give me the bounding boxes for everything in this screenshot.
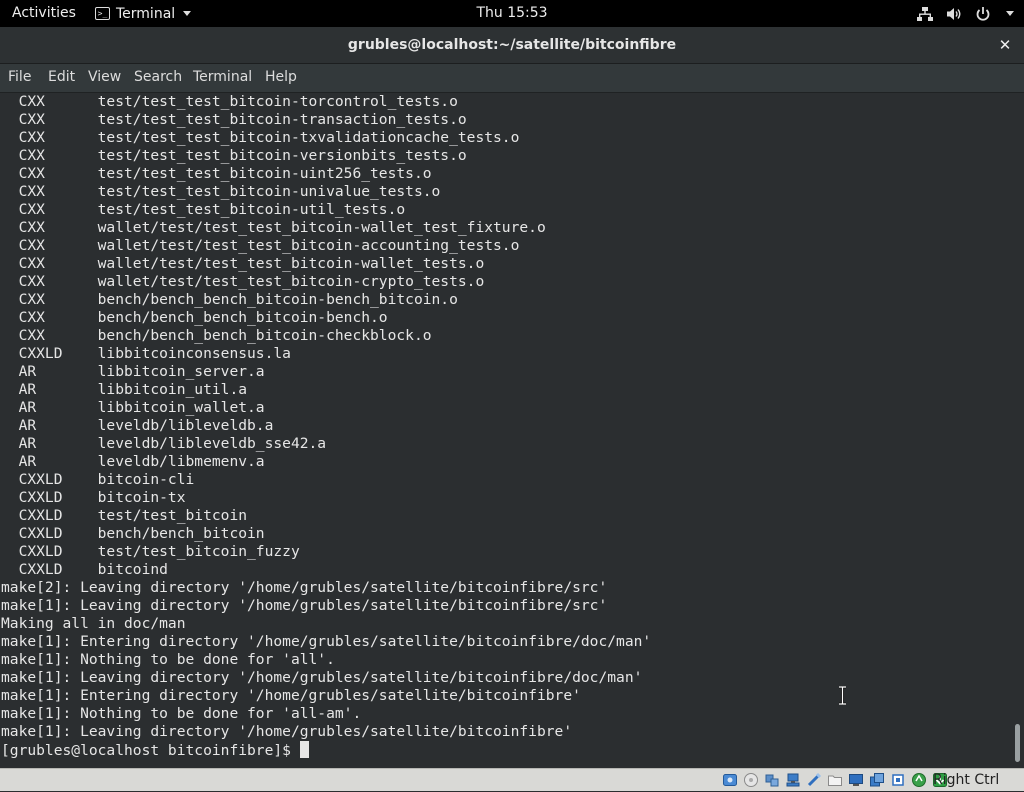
terminal-view[interactable]: CXX test/test_test_bitcoin-torcontrol_te… xyxy=(0,93,1012,765)
shared-folder-icon[interactable] xyxy=(827,772,843,788)
host-key-label: Right Ctrl xyxy=(933,772,1000,788)
chevron-down-icon xyxy=(1006,11,1014,16)
terminal-line: make[1]: Entering directory '/home/grubl… xyxy=(1,687,581,704)
terminal-line: CXXLD libbitcoinconsensus.la xyxy=(1,345,291,362)
usb-icon[interactable] xyxy=(806,772,822,788)
terminal-line: CXXLD bitcoind xyxy=(1,561,168,578)
video-capture-icon[interactable] xyxy=(869,772,885,788)
mouse-ibeam-icon xyxy=(839,686,846,705)
terminal-line: CXX test/test_test_bitcoin-uint256_tests… xyxy=(1,165,432,182)
terminal-line: CXX wallet/test/test_test_bitcoin-accoun… xyxy=(1,237,520,254)
menu-help[interactable]: Help xyxy=(261,64,301,91)
optical-drive-icon[interactable] xyxy=(743,772,759,788)
volume-icon xyxy=(946,6,962,22)
terminal-line: make[1]: Nothing to be done for 'all-am'… xyxy=(1,705,362,722)
network-icon[interactable] xyxy=(785,772,801,788)
system-status-menu[interactable] xyxy=(917,0,1014,27)
terminal-line: CXX wallet/test/test_test_bitcoin-crypto… xyxy=(1,273,485,290)
window-title-bar[interactable]: grubles@localhost:~/satellite/bitcoinfib… xyxy=(0,27,1024,64)
terminal-output: CXX test/test_test_bitcoin-torcontrol_te… xyxy=(1,93,651,759)
terminal-line: AR libbitcoin_server.a xyxy=(1,363,265,380)
hard-disk-icon[interactable] xyxy=(722,772,738,788)
terminal-line: make[2]: Leaving directory '/home/gruble… xyxy=(1,579,608,596)
terminal-line: make[1]: Leaving directory '/home/gruble… xyxy=(1,597,608,614)
terminal-line: CXX wallet/test/test_test_bitcoin-wallet… xyxy=(1,219,546,236)
terminal-line: CXX test/test_test_bitcoin-versionbits_t… xyxy=(1,147,467,164)
terminal-line: CXX bench/bench_bench_bitcoin-bench.o xyxy=(1,309,388,326)
menu-edit[interactable]: Edit xyxy=(44,64,79,91)
terminal-line: AR libbitcoin_wallet.a xyxy=(1,399,265,416)
terminal-line: AR leveldb/libleveldb.a xyxy=(1,417,274,434)
terminal-line: CXX test/test_test_bitcoin-torcontrol_te… xyxy=(1,93,458,110)
text-cursor xyxy=(299,741,309,758)
cpu-icon[interactable] xyxy=(890,772,906,788)
terminal-line: CXXLD test/test_bitcoin xyxy=(1,507,248,524)
terminal-line: CXX test/test_test_bitcoin-util_tests.o xyxy=(1,201,406,218)
terminal-line: AR leveldb/libmemenv.a xyxy=(1,453,265,470)
menu-terminal[interactable]: Terminal xyxy=(189,64,256,91)
terminal-line: CXX test/test_test_bitcoin-univalue_test… xyxy=(1,183,441,200)
terminal-line: Making all in doc/man xyxy=(1,615,186,632)
terminal-line: CXXLD bitcoin-tx xyxy=(1,489,186,506)
menu-file[interactable]: File xyxy=(4,64,35,91)
audio-icon[interactable] xyxy=(764,772,780,788)
terminal-line: CXX bench/bench_bench_bitcoin-bench_bitc… xyxy=(1,291,458,308)
terminal-line: make[1]: Entering directory '/home/grubl… xyxy=(1,633,652,650)
menu-search[interactable]: Search xyxy=(130,64,186,91)
terminal-line: make[1]: Leaving directory '/home/gruble… xyxy=(1,669,643,686)
terminal-line: CXX test/test_test_bitcoin-transaction_t… xyxy=(1,111,467,128)
terminal-line: make[1]: Leaving directory '/home/gruble… xyxy=(1,723,573,740)
power-icon xyxy=(975,6,991,22)
close-icon[interactable]: ✕ xyxy=(996,36,1014,54)
network-wired-icon xyxy=(917,6,933,22)
terminal-line: CXXLD bitcoin-cli xyxy=(1,471,195,488)
mouse-integration-icon[interactable] xyxy=(911,772,927,788)
gnome-top-bar: Activities >_ Terminal Thu 15:53 xyxy=(0,0,1024,27)
menu-bar: File Edit View Search Terminal Help xyxy=(0,64,1024,93)
vm-status-bar: Right Ctrl xyxy=(0,768,1024,791)
display-icon[interactable] xyxy=(848,772,864,788)
terminal-line: AR leveldb/libleveldb_sse42.a xyxy=(1,435,327,452)
terminal-line: CXXLD test/test_bitcoin_fuzzy xyxy=(1,543,300,560)
clock[interactable]: Thu 15:53 xyxy=(0,0,1024,27)
terminal-scrollbar[interactable] xyxy=(1012,93,1024,765)
terminal-prompt-line[interactable]: [grubles@localhost bitcoinfibre]$ xyxy=(1,741,651,759)
terminal-line: CXX wallet/test/test_test_bitcoin-wallet… xyxy=(1,255,485,272)
terminal-line: make[1]: Nothing to be done for 'all'. xyxy=(1,651,335,668)
scrollbar-thumb[interactable] xyxy=(1015,724,1020,762)
terminal-line: CXX test/test_test_bitcoin-txvalidationc… xyxy=(1,129,520,146)
terminal-line: CXXLD bench/bench_bitcoin xyxy=(1,525,265,542)
menu-view[interactable]: View xyxy=(84,64,125,91)
terminal-line: CXX bench/bench_bench_bitcoin-checkblock… xyxy=(1,327,432,344)
terminal-line: AR libbitcoin_util.a xyxy=(1,381,248,398)
shell-prompt: [grubles@localhost bitcoinfibre]$ xyxy=(1,742,300,759)
window-title: grubles@localhost:~/satellite/bitcoinfib… xyxy=(347,37,677,53)
